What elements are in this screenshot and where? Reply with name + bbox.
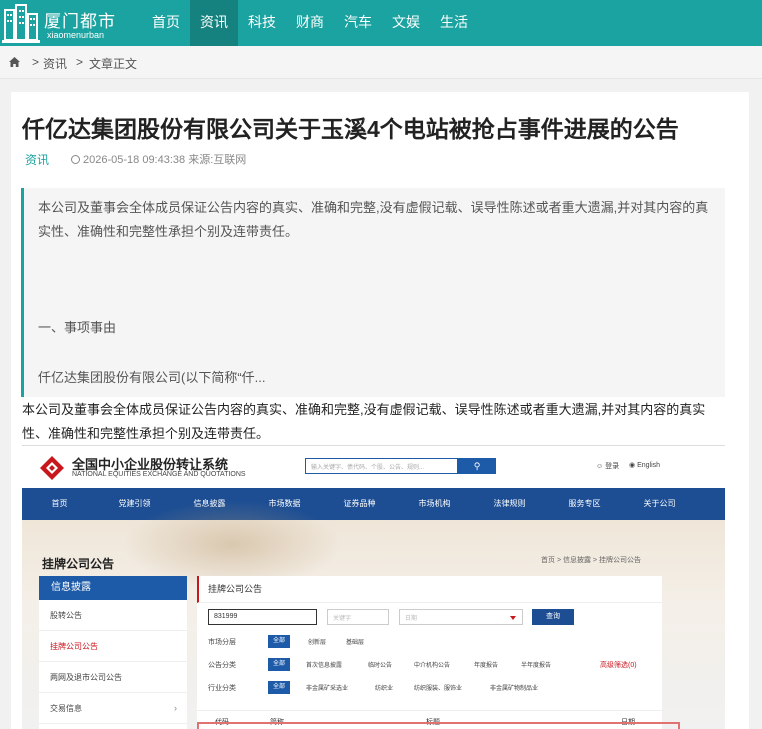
advanced-filter-link: 高级筛选(0) — [600, 662, 637, 669]
summary-heading: 一、事项事由 — [38, 320, 117, 335]
embedded-english: ◉ English — [629, 462, 661, 469]
clock-icon — [71, 155, 80, 164]
embedded-code-input: 831999 — [208, 609, 317, 625]
breadcrumb-current: 文章正文 — [89, 57, 138, 71]
filter-option: 首次信息披露 — [306, 663, 343, 669]
logo-title: 厦门都市 — [44, 12, 116, 31]
chevron-right-icon: › — [174, 703, 177, 713]
article-meta: 2026-05-18 09:43:38 来源:互联网 — [71, 151, 246, 167]
embedded-search-icon: ⚲ — [458, 458, 496, 474]
embedded-query-button: 查询 — [532, 609, 574, 625]
home-icon[interactable] — [9, 57, 20, 67]
embedded-brand-en: NATIONAL EQUITIES EXCHANGE AND QUOTATION… — [72, 471, 246, 478]
embedded-filter-market: 市场分层 全部 创新层 基础层 — [208, 635, 658, 649]
embedded-sidebar-item-active: 挂牌公司公告 — [39, 631, 187, 662]
filter-option: 非金属矿物制品业 — [490, 686, 539, 692]
embedded-date-select: 日期 — [399, 609, 523, 625]
breadcrumb: > 资讯 > 文章正文 — [0, 46, 762, 79]
nav-home[interactable]: 首页 — [142, 0, 190, 46]
nav-auto[interactable]: 汽车 — [334, 0, 382, 46]
embedded-nav-item: 首页 — [51, 499, 68, 508]
nav-tech[interactable]: 科技 — [238, 0, 286, 46]
article-title: 仟亿达集团股份有限公司关于玉溪4个电站被抢占事件进展的公告 — [22, 116, 679, 142]
embedded-search-input: 输入关键字、债代码、个股、公告、规则... — [305, 458, 458, 474]
filter-option: 创新层 — [308, 640, 327, 646]
main-nav: 首页 资讯 科技 财商 汽车 文娱 生活 — [142, 0, 478, 46]
embedded-sidebar-item: 股转公告 — [39, 600, 187, 631]
embedded-filter-industry: 行业分类 全部 非金属矿采选业 纺织业 纺织服装、服饰业 非金属矿物制品业 — [208, 681, 658, 695]
embedded-breadcrumb: 首页 > 信息披露 > 挂牌公司公告 — [541, 557, 641, 564]
article-category[interactable]: 资讯 — [25, 151, 49, 168]
embedded-english-label: English — [637, 462, 661, 469]
embedded-nav: 首页 党建引领 信息披露 市场数据 证券品种 市场机构 法律规则 服务专区 关于… — [22, 488, 725, 520]
filter-label: 市场分层 — [208, 639, 236, 646]
embedded-filter-type: 公告分类 全部 首次信息披露 临时公告 中介机构公告 年度报告 半年度报告 高级… — [208, 658, 658, 672]
embedded-date-placeholder: 日期 — [405, 616, 418, 622]
embedded-main-panel: 挂牌公司公告 831999 关键字 日期 查询 市场分层 全部 创新层 基础层 … — [197, 576, 662, 729]
embedded-login: ☺ 登录 — [596, 463, 620, 470]
breadcrumb-separator: > — [32, 55, 40, 69]
filter-all-pill: 全部 — [268, 681, 291, 694]
embedded-keyword-input: 关键字 — [327, 609, 389, 625]
article-image: 全国中小企业股份转让系统 NATIONAL EQUITIES EXCHANGE … — [22, 445, 725, 729]
embedded-login-label: 登录 — [605, 463, 620, 470]
nav-finance[interactable]: 财商 — [286, 0, 334, 46]
filter-option: 年度报告 — [474, 663, 499, 669]
embedded-sidebar-item-label: 交易信息 — [50, 704, 82, 713]
logo-subtitle: xiaomenurban — [47, 30, 105, 40]
breadcrumb-separator: > — [76, 55, 84, 69]
filter-label: 公告分类 — [208, 662, 236, 669]
neeq-logo-icon — [40, 456, 64, 480]
filter-option: 半年度报告 — [521, 663, 552, 669]
embedded-panel-title: 挂牌公司公告 — [197, 576, 662, 603]
filter-option: 纺织服装、服饰业 — [414, 686, 463, 692]
embedded-nav-item: 服务专区 — [568, 499, 601, 508]
filter-option: 纺织业 — [375, 686, 394, 692]
embedded-nav-item: 法律规则 — [493, 499, 526, 508]
filter-option: 非金属矿采选业 — [306, 686, 349, 692]
nav-life[interactable]: 生活 — [430, 0, 478, 46]
nav-entertainment[interactable]: 文娱 — [382, 0, 430, 46]
embedded-sidebar: 信息披露 股转公告 挂牌公司公告 两网及退市公司公告 交易信息 › — [39, 576, 187, 729]
embedded-nav-item: 证券品种 — [343, 499, 376, 508]
summary-paragraph: 仟亿达集团股份有限公司(以下简称“仟... — [38, 370, 266, 385]
dropdown-arrow-icon — [510, 616, 516, 620]
summary-paragraph: 本公司及董事会全体成员保证公告内容的真实、准确和完整,没有虚假记载、误导性陈述或… — [38, 200, 709, 239]
city-buildings-icon — [2, 4, 40, 43]
filter-option: 基础层 — [346, 640, 365, 646]
top-navbar: 厦门都市 xiaomenurban 首页 资讯 科技 财商 汽车 文娱 生活 — [0, 0, 762, 46]
article-body-paragraph: 本公司及董事会全体成员保证公告内容的真实、准确和完整,没有虚假记载、误导性陈述或… — [22, 402, 706, 441]
embedded-page-title: 挂牌公司公告 — [42, 557, 115, 571]
article-summary: 本公司及董事会全体成员保证公告内容的真实、准确和完整,没有虚假记载、误导性陈述或… — [21, 188, 725, 397]
filter-all-pill: 全部 — [268, 658, 291, 671]
embedded-header: 全国中小企业股份转让系统 NATIONAL EQUITIES EXCHANGE … — [22, 446, 725, 488]
embedded-nav-item: 关于公司 — [643, 499, 676, 508]
nav-news[interactable]: 资讯 — [190, 0, 238, 46]
breadcrumb-news[interactable]: 资讯 — [43, 55, 67, 72]
embedded-sidebar-item: 交易信息 › — [39, 693, 187, 724]
embedded-nav-item: 市场机构 — [418, 499, 451, 508]
filter-label: 行业分类 — [208, 685, 236, 692]
filter-all-pill: 全部 — [268, 635, 291, 648]
article-datetime-source: 2026-05-18 09:43:38 来源:互联网 — [83, 154, 247, 166]
site-logo[interactable]: 厦门都市 xiaomenurban — [0, 0, 130, 46]
filter-option: 中介机构公告 — [414, 663, 451, 669]
filter-option: 临时公告 — [368, 663, 393, 669]
embedded-sidebar-item: 两网及退市公司公告 — [39, 662, 187, 693]
embedded-highlight-box — [197, 722, 680, 729]
embedded-sidebar-header: 信息披露 — [39, 576, 187, 600]
